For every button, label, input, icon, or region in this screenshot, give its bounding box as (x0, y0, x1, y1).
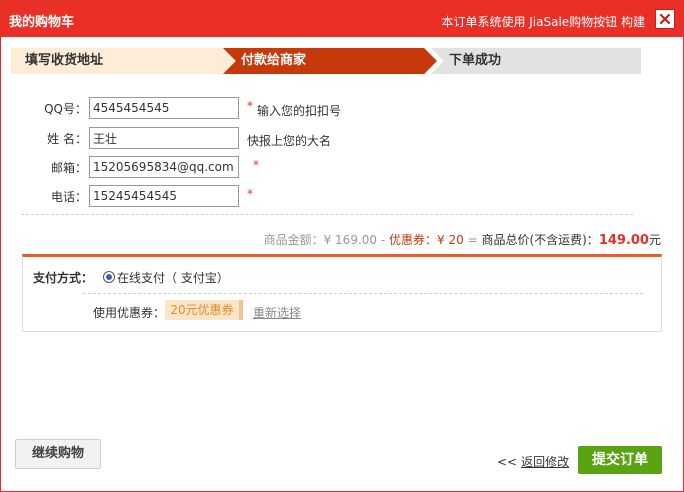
step-success: 下单成功 (431, 48, 641, 74)
chevron-left-icon: << (497, 455, 518, 469)
goods-amount: 商品金额：¥ 169.00 (263, 233, 378, 247)
divider (21, 214, 633, 215)
name-label: 姓 名： (47, 132, 87, 146)
qq-row: QQ号： * 输入您的扣扣号 (21, 97, 641, 121)
back-link-label: 返回修改 (521, 455, 570, 469)
email-label: 邮箱： (50, 161, 87, 175)
step-payment: 付款给商家 (223, 48, 437, 74)
payment-radio-alipay[interactable] (103, 271, 115, 283)
titlebar: 我的购物车 本订单系统使用 JiaSale购物按钮 构建 (1, 1, 683, 37)
phone-input[interactable] (89, 185, 239, 207)
email-required-mark: * (253, 158, 259, 172)
back-link[interactable]: << 返回修改 (497, 453, 569, 470)
coupon-chip[interactable]: 20元优惠券 (165, 300, 243, 320)
qq-hint: 输入您的扣扣号 (257, 104, 342, 118)
name-hint: 快报上您的大名 (247, 134, 332, 148)
reselect-coupon-link[interactable]: 重新选择 (253, 304, 301, 321)
total-label: 商品总价(不含运费)： (481, 233, 599, 247)
cart-dialog: 我的购物车 本订单系统使用 JiaSale购物按钮 构建 填写收货地址 下单成功… (0, 0, 684, 492)
phone-required-mark: * (247, 187, 253, 201)
close-icon (659, 13, 671, 25)
continue-shopping-button[interactable]: 继续购物 (15, 439, 101, 469)
currency-unit: 元 (648, 233, 661, 247)
dialog-title: 我的购物车 (9, 15, 75, 30)
payment-section: 支付方式： 在线支付（ 支付宝） 使用优惠券： 20元优惠券 重新选择 (22, 254, 662, 332)
progress-steps: 填写收货地址 下单成功 付款给商家 (11, 48, 641, 74)
minus-sign: - (377, 233, 390, 247)
submit-order-button[interactable]: 提交订单 (578, 446, 662, 474)
qq-required-mark: * (247, 99, 253, 113)
name-input[interactable] (89, 127, 239, 149)
equals-sign: = (463, 233, 482, 247)
close-button[interactable] (655, 9, 675, 29)
name-row: 姓 名： 快报上您的大名 (21, 127, 641, 151)
system-note: 本订单系统使用 JiaSale购物按钮 构建 (441, 15, 645, 29)
payment-method-label: 支付方式： (33, 271, 94, 285)
coupon-label: 使用优惠券： (93, 306, 166, 320)
coupon-amount: 优惠券：¥ 20 (389, 233, 464, 247)
phone-label: 电话： (50, 190, 87, 204)
email-row: 邮箱： * (21, 156, 641, 180)
payment-option-alipay[interactable]: 在线支付（ 支付宝） (117, 269, 229, 286)
total-price: 149.00 (598, 233, 649, 248)
payment-divider (83, 293, 643, 294)
email-input[interactable] (89, 156, 239, 178)
qq-label: QQ号： (44, 102, 87, 116)
step-address: 填写收货地址 (11, 48, 233, 74)
order-total: 商品金额：¥ 169.00 - 优惠券：¥ 20 = 商品总价(不含运费)：14… (21, 231, 661, 248)
phone-row: 电话： * (21, 185, 641, 209)
qq-input[interactable] (89, 97, 239, 119)
